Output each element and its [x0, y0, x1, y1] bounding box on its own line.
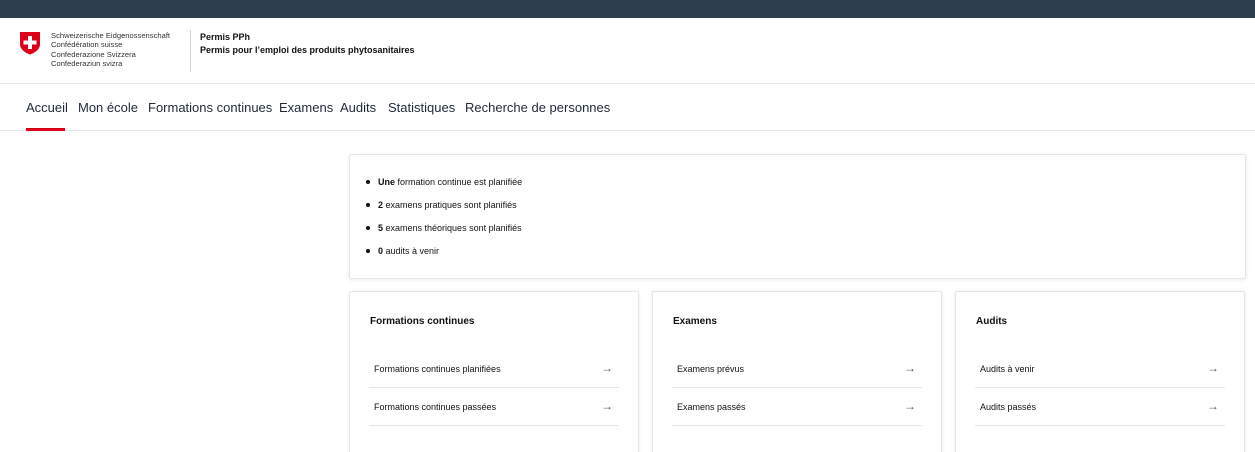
federation-name-fr: Confédération suisse: [51, 40, 123, 50]
nav-item-formations-continues[interactable]: Formations continues: [148, 100, 272, 115]
nav-item-accueil[interactable]: Accueil: [26, 100, 68, 115]
link-formations-continues-planifiees[interactable]: Formations continues planifiées →: [369, 350, 619, 388]
header-divider: [190, 30, 191, 72]
arrow-right-icon: →: [1207, 399, 1219, 413]
bullet-icon: [366, 180, 370, 184]
summary-item: 2 examens pratiques sont planifiés: [366, 200, 522, 223]
summary-item-text: formation continue est planifiée: [395, 177, 523, 187]
summary-list: Une formation continue est planifiée 2 e…: [366, 177, 522, 269]
summary-item-text: audits à venir: [383, 246, 440, 256]
federation-name-de: Schweizerische Eidgenossenschaft: [51, 31, 171, 40]
summary-card: Une formation continue est planifiée 2 e…: [349, 154, 1246, 279]
nav-item-recherche-de-personnes[interactable]: Recherche de personnes: [465, 100, 610, 115]
swiss-cross-icon[interactable]: [19, 31, 41, 55]
federation-name-rm: Confederaziun svizra: [51, 59, 123, 69]
link-audits-a-venir[interactable]: Audits à venir →: [975, 350, 1225, 388]
arrow-right-icon: →: [904, 361, 916, 375]
arrow-right-icon: →: [904, 399, 916, 413]
summary-item-text: examens théoriques sont planifiés: [383, 223, 522, 233]
bullet-icon: [366, 203, 370, 207]
summary-item-text: examens pratiques sont planifiés: [383, 200, 517, 210]
arrow-right-icon: →: [1207, 361, 1219, 375]
summary-item: 5 examens théoriques sont planifiés: [366, 223, 522, 246]
card-title: Formations continues: [370, 316, 475, 327]
arrow-right-icon: →: [601, 399, 613, 413]
nav-item-audits[interactable]: Audits: [340, 100, 376, 115]
federation-name-it: Confederazione Svizzera: [51, 49, 136, 59]
nav-item-statistiques[interactable]: Statistiques: [388, 100, 455, 115]
link-examens-prevus[interactable]: Examens prévus →: [672, 350, 922, 388]
link-examens-passes[interactable]: Examens passés →: [672, 388, 922, 426]
link-label: Audits passés: [980, 402, 1037, 412]
bullet-icon: [366, 249, 370, 253]
app-name: Permis PPh: [200, 32, 251, 42]
card-title: Examens: [673, 316, 717, 327]
card-title: Audits: [976, 316, 1008, 327]
main-nav: Accueil Mon école Formations continues E…: [0, 84, 1255, 131]
nav-item-mon-ecole[interactable]: Mon école: [78, 100, 138, 115]
bullet-icon: [366, 226, 370, 230]
top-bar: [0, 0, 1255, 18]
link-label: Formations continues planifiées: [374, 364, 501, 374]
nav-active-indicator: [26, 128, 65, 131]
app-description: Permis pour l’emploi des produits phytos…: [200, 45, 415, 55]
link-label: Formations continues passées: [374, 402, 497, 412]
summary-item-count: Une: [378, 177, 396, 187]
summary-item: Une formation continue est planifiée: [366, 177, 522, 200]
link-formations-continues-passees[interactable]: Formations continues passées →: [369, 388, 619, 426]
link-label: Examens prévus: [677, 364, 745, 374]
nav-item-examens[interactable]: Examens: [279, 100, 333, 115]
link-label: Examens passés: [677, 402, 746, 412]
link-audits-passes[interactable]: Audits passés →: [975, 388, 1225, 426]
summary-item: 0 audits à venir: [366, 246, 522, 269]
header: Schweizerische Eidgenossenschaft Confédé…: [0, 18, 1255, 84]
arrow-right-icon: →: [601, 361, 613, 375]
federation-names[interactable]: Schweizerische Eidgenossenschaft Confédé…: [51, 31, 170, 69]
link-label: Audits à venir: [980, 364, 1035, 374]
